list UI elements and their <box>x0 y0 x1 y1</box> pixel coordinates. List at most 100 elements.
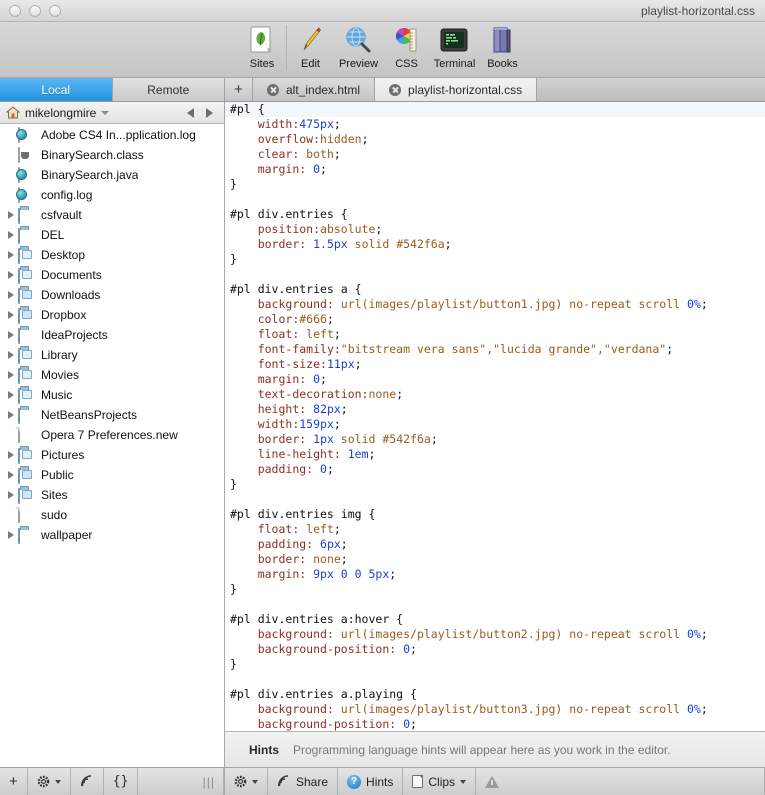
disclosure-triangle-icon[interactable] <box>4 231 18 239</box>
disclosure-triangle-icon[interactable] <box>4 471 18 479</box>
arrow-right-icon[interactable] <box>206 107 213 118</box>
disclosure-triangle-icon[interactable] <box>4 271 18 279</box>
disclosure-triangle-icon[interactable] <box>4 311 18 319</box>
file-list-item[interactable]: Music <box>0 385 224 405</box>
code-token: 475px <box>299 117 334 131</box>
code-token: float: <box>257 522 307 536</box>
file-list-item[interactable]: Library <box>0 345 224 365</box>
disclosure-triangle-icon[interactable] <box>4 331 18 339</box>
code-token: ; <box>700 627 708 641</box>
folder-icon <box>18 307 36 324</box>
document-tab-alt-index[interactable]: alt_index.html <box>253 78 376 101</box>
sidebar-share-button[interactable] <box>71 768 104 795</box>
file-list-item[interactable]: IdeaProjects <box>0 325 224 345</box>
code-token: ; <box>320 372 327 386</box>
disclosure-triangle-icon[interactable] <box>4 211 18 219</box>
disclosure-triangle-icon[interactable] <box>4 351 18 359</box>
file-list-item[interactable]: DEL <box>0 225 224 245</box>
file-list-item[interactable]: csfvault <box>0 205 224 225</box>
clips-button[interactable]: Clips <box>403 768 477 795</box>
arrow-left-icon[interactable] <box>187 107 194 118</box>
file-name: Public <box>41 468 74 482</box>
code-token: ; <box>666 342 674 356</box>
code-line: float: left; <box>225 327 765 342</box>
hints-button[interactable]: ? Hints <box>338 768 404 795</box>
toolbar-button-label: Sites <box>249 58 275 70</box>
code-token: overflow: <box>257 132 321 146</box>
pencil-icon <box>295 25 327 57</box>
sidebar-code-button[interactable]: {} <box>104 768 139 795</box>
code-token: ; <box>333 117 341 131</box>
file-list-item[interactable]: Downloads <box>0 285 224 305</box>
sidebar-action-button[interactable] <box>28 768 71 795</box>
disclosure-triangle-icon[interactable] <box>4 411 18 419</box>
code-token: 0% <box>686 702 701 716</box>
file-list-item[interactable]: Opera 7 Preferences.new <box>0 425 224 445</box>
file-list-item[interactable]: config.log <box>0 185 224 205</box>
file-name: Dropbox <box>41 308 87 322</box>
file-list-item[interactable]: BinarySearch.class <box>0 145 224 165</box>
folder-icon <box>18 367 36 384</box>
new-tab-button[interactable]: + <box>225 78 253 101</box>
tab-local[interactable]: Local <box>0 78 113 101</box>
share-button[interactable]: Share <box>268 768 339 795</box>
folder-icon <box>18 267 36 284</box>
file-list-item[interactable]: Sites <box>0 485 224 505</box>
toolbar-button-preview[interactable]: Preview <box>335 25 383 70</box>
code-token: margin: <box>257 162 314 176</box>
zoom-button[interactable] <box>49 4 61 17</box>
close-button[interactable] <box>9 4 21 17</box>
file-list-item[interactable]: NetBeansProjects <box>0 405 224 425</box>
file-list-item[interactable]: BinarySearch.java <box>0 165 224 185</box>
file-list-item[interactable]: sudo <box>0 505 224 525</box>
disclosure-triangle-icon[interactable] <box>4 491 18 499</box>
validator-button[interactable] <box>476 768 508 795</box>
toolbar-button-sites[interactable]: Sites <box>239 25 287 70</box>
disclosure-triangle-icon[interactable] <box>4 531 18 539</box>
toolbar-button-terminal[interactable]: Terminal <box>431 25 479 70</box>
close-icon[interactable] <box>389 83 402 96</box>
disclosure-triangle-icon[interactable] <box>4 251 18 259</box>
code-line: } <box>225 582 765 597</box>
tab-bar: Local Remote + alt_index.html playlist-h… <box>0 78 765 102</box>
minimize-button[interactable] <box>29 4 41 17</box>
close-icon[interactable] <box>267 83 279 96</box>
disclosure-triangle-icon[interactable] <box>4 371 18 379</box>
file-list-item[interactable]: Movies <box>0 365 224 385</box>
toolbar-button-edit[interactable]: Edit <box>287 25 335 70</box>
chevron-down-icon[interactable] <box>101 110 110 115</box>
file-list-item[interactable]: Desktop <box>0 245 224 265</box>
window-controls[interactable] <box>9 4 61 17</box>
add-file-button[interactable]: + <box>0 768 28 795</box>
content-area: mikelongmire Adobe CS4 In...pplication.l… <box>0 102 765 767</box>
code-line: #pl { <box>225 102 765 117</box>
disclosure-triangle-icon[interactable] <box>4 451 18 459</box>
file-list-item[interactable]: Public <box>0 465 224 485</box>
toolbar-button-books[interactable]: Books <box>479 25 527 70</box>
file-list-item[interactable]: Pictures <box>0 445 224 465</box>
code-editor[interactable]: #pl { width:475px; overflow:hidden; clea… <box>225 102 765 731</box>
file-name: config.log <box>41 188 93 202</box>
disclosure-triangle-icon[interactable] <box>4 391 18 399</box>
resize-grip[interactable]: ||| <box>203 775 215 789</box>
disclosure-triangle-icon[interactable] <box>4 291 18 299</box>
code-token: left <box>306 522 334 536</box>
editor-action-button[interactable] <box>225 768 268 795</box>
file-name: Library <box>41 348 78 362</box>
file-list-item[interactable]: Dropbox <box>0 305 224 325</box>
hints-button-label: Hints <box>366 774 394 789</box>
toolbar-button-css[interactable]: CSS <box>383 25 431 70</box>
document-tab-playlist-horizontal[interactable]: playlist-horizontal.css <box>375 78 538 101</box>
path-bar[interactable]: mikelongmire <box>0 102 224 124</box>
file-list-item[interactable]: Adobe CS4 In...pplication.log <box>0 125 224 145</box>
file-list-item[interactable]: wallpaper <box>0 525 224 545</box>
code-token: #pl div.entries a.playing { <box>230 687 417 701</box>
file-list[interactable]: Adobe CS4 In...pplication.log BinarySearc… <box>0 124 224 767</box>
hints-bar: Hints Programming language hints will ap… <box>225 731 765 767</box>
file-list-item[interactable]: Documents <box>0 265 224 285</box>
tab-remote[interactable]: Remote <box>112 78 225 101</box>
